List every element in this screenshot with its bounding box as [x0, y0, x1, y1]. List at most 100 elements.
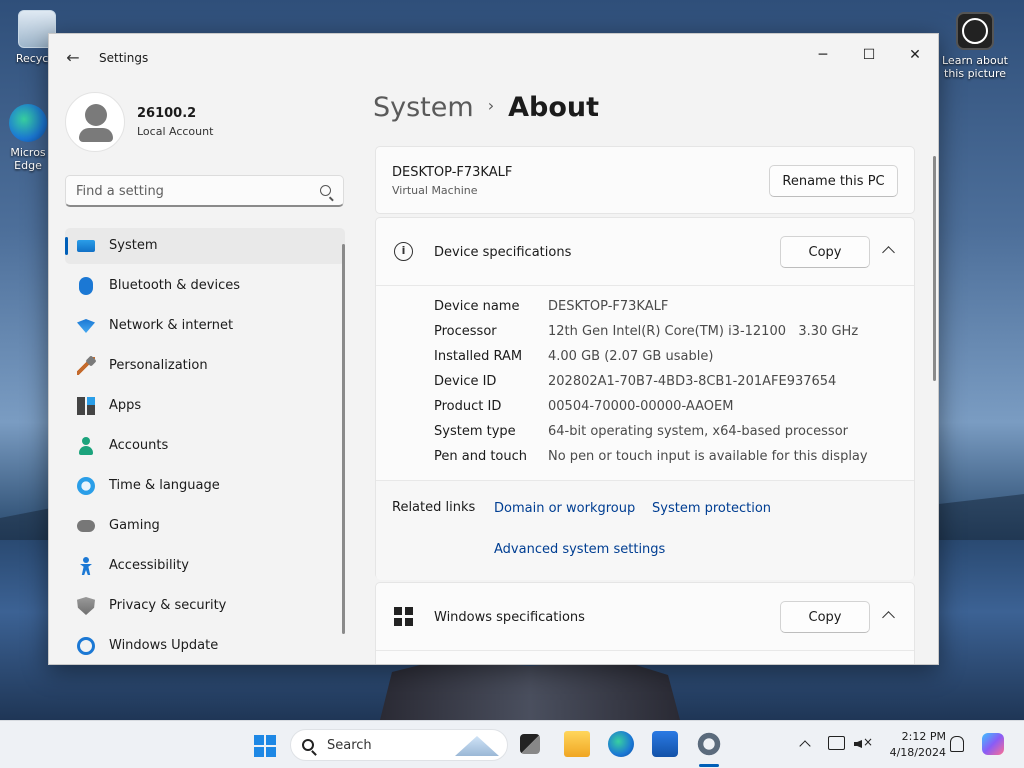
pc-name: DESKTOP-F73KALF — [392, 165, 513, 180]
sidebar-item-label: Time & language — [109, 478, 220, 493]
sidebar-item-windows-update[interactable]: Windows Update — [65, 628, 345, 664]
person-icon — [77, 437, 95, 455]
sidebar-item-label: Personalization — [109, 358, 208, 373]
sidebar-item-label: Network & internet — [109, 318, 234, 333]
domain-workgroup-link[interactable]: Domain or workgroup — [494, 501, 635, 516]
desktop-icon-learn-picture[interactable]: Learn about this picture — [938, 12, 1012, 80]
spec-value: 00504-70000-00000-AAOEM — [548, 399, 734, 414]
profile-card[interactable]: 26100.2 Local Account — [65, 92, 345, 152]
active-app-indicator — [699, 764, 719, 767]
notification-bell-icon[interactable] — [950, 736, 964, 752]
info-icon: i — [394, 242, 413, 261]
related-links-label: Related links — [392, 500, 476, 515]
volume-muted-icon[interactable] — [854, 735, 873, 752]
title-bar: ← Settings ─ ☐ ✕ — [49, 34, 938, 82]
sidebar-item-label: Privacy & security — [109, 598, 227, 613]
device-specifications-card: i Device specifications Copy Device name… — [375, 217, 915, 580]
wifi-icon — [77, 317, 95, 335]
chevron-up-icon[interactable] — [880, 242, 898, 260]
window-title: Settings — [99, 51, 149, 65]
related-links: Related links Domain or workgroup System… — [376, 480, 914, 580]
back-arrow-icon[interactable]: ← — [63, 48, 83, 68]
system-protection-link[interactable]: System protection — [652, 501, 771, 516]
sidebar-item-label: Apps — [109, 398, 142, 413]
search-highlight-image — [455, 736, 499, 756]
sidebar-item-apps[interactable]: Apps — [65, 388, 345, 424]
copy-windows-specs-button[interactable]: Copy — [780, 601, 870, 633]
clock[interactable]: 2:12 PM 4/18/2024 — [880, 729, 946, 761]
bluetooth-icon — [79, 277, 93, 295]
clock-date: 4/18/2024 — [889, 746, 946, 759]
spec-value: 64-bit operating system, x64-based proce… — [548, 424, 848, 439]
sidebar-item-personalization[interactable]: Personalization — [65, 348, 345, 384]
pc-name-card: DESKTOP-F73KALF Virtual Machine Rename t… — [375, 146, 915, 214]
device-spec-rows: Device name DESKTOP-F73KALF Processor 12… — [434, 296, 904, 471]
sidebar-item-label: Windows Update — [109, 638, 219, 653]
spec-row: Product ID 00504-70000-00000-AAOEM — [434, 396, 904, 421]
sidebar-item-privacy[interactable]: Privacy & security — [65, 588, 345, 624]
sidebar-nav: System Bluetooth & devices Network & int… — [65, 228, 345, 664]
device-specifications-title: Device specifications — [434, 245, 572, 260]
search-icon — [302, 739, 314, 751]
sidebar-item-network[interactable]: Network & internet — [65, 308, 345, 344]
breadcrumb-parent[interactable]: System — [373, 92, 474, 123]
rename-pc-button[interactable]: Rename this PC — [769, 165, 898, 197]
page-title: About — [508, 92, 599, 123]
search-input[interactable] — [76, 182, 306, 200]
apps-icon — [77, 397, 95, 415]
start-button[interactable] — [254, 735, 276, 757]
camera-info-icon — [956, 12, 994, 50]
chevron-right-icon: › — [487, 96, 495, 115]
spec-value: 202802A1-70B7-4BD3-8CB1-201AFE937654 — [548, 374, 837, 389]
chevron-up-icon[interactable] — [798, 737, 812, 751]
spec-row: Device ID 202802A1-70B7-4BD3-8CB1-201AFE… — [434, 371, 904, 396]
profile-name: 26100.2 — [137, 106, 197, 121]
clock-time: 2:12 PM — [901, 730, 946, 743]
network-icon[interactable] — [828, 736, 845, 750]
close-button[interactable]: ✕ — [892, 40, 938, 70]
desktop-rocks — [380, 660, 680, 720]
spec-row: Processor 12th Gen Intel(R) Core(TM) i3-… — [434, 321, 904, 346]
sidebar-item-time-language[interactable]: Time & language — [65, 468, 345, 504]
windows-specifications-header[interactable]: Windows specifications Copy — [376, 583, 914, 651]
settings-gear-icon[interactable] — [696, 731, 722, 757]
desktop-icon-label: Learn about this picture — [942, 54, 1008, 80]
maximize-button[interactable]: ☐ — [846, 40, 892, 70]
edge-icon[interactable] — [608, 731, 634, 757]
microsoft-store-icon[interactable] — [652, 731, 678, 757]
minimize-button[interactable]: ─ — [800, 40, 846, 70]
advanced-system-settings-link[interactable]: Advanced system settings — [494, 542, 665, 557]
accessibility-icon — [77, 557, 95, 575]
sidebar-item-accounts[interactable]: Accounts — [65, 428, 345, 464]
sidebar-item-accessibility[interactable]: Accessibility — [65, 548, 345, 584]
spec-label: System type — [434, 424, 516, 439]
chevron-up-icon[interactable] — [880, 607, 898, 625]
settings-window: ← Settings ─ ☐ ✕ 26100.2 Local Account S… — [48, 33, 939, 665]
device-specifications-header[interactable]: i Device specifications Copy — [376, 218, 914, 286]
spec-value: 4.00 GB (2.07 GB usable) — [548, 349, 714, 364]
task-view-icon[interactable] — [520, 734, 540, 754]
file-explorer-icon[interactable] — [564, 731, 590, 757]
sidebar-item-system[interactable]: System — [65, 228, 345, 264]
content-scrollbar[interactable] — [933, 156, 936, 381]
copy-device-specs-button[interactable]: Copy — [780, 236, 870, 268]
update-icon — [77, 637, 95, 655]
spec-row: Pen and touch No pen or touch input is a… — [434, 446, 904, 471]
avatar — [65, 92, 125, 152]
windows-specifications-title: Windows specifications — [434, 610, 585, 625]
gamepad-icon — [77, 520, 95, 532]
taskbar-search[interactable]: Search — [290, 729, 508, 761]
monitor-icon — [77, 240, 95, 252]
profile-account-type: Local Account — [137, 125, 214, 138]
sidebar-item-label: Bluetooth & devices — [109, 278, 240, 293]
spec-value: DESKTOP-F73KALF — [548, 299, 669, 314]
spec-label: Installed RAM — [434, 349, 523, 364]
sidebar-scrollbar[interactable] — [342, 244, 345, 634]
sidebar-item-gaming[interactable]: Gaming — [65, 508, 345, 544]
spec-row: Device name DESKTOP-F73KALF — [434, 296, 904, 321]
copilot-icon[interactable] — [982, 733, 1004, 755]
windows-logo-icon — [394, 607, 413, 626]
sidebar-item-bluetooth[interactable]: Bluetooth & devices — [65, 268, 345, 304]
shield-icon — [77, 597, 95, 615]
search-box — [65, 175, 344, 207]
